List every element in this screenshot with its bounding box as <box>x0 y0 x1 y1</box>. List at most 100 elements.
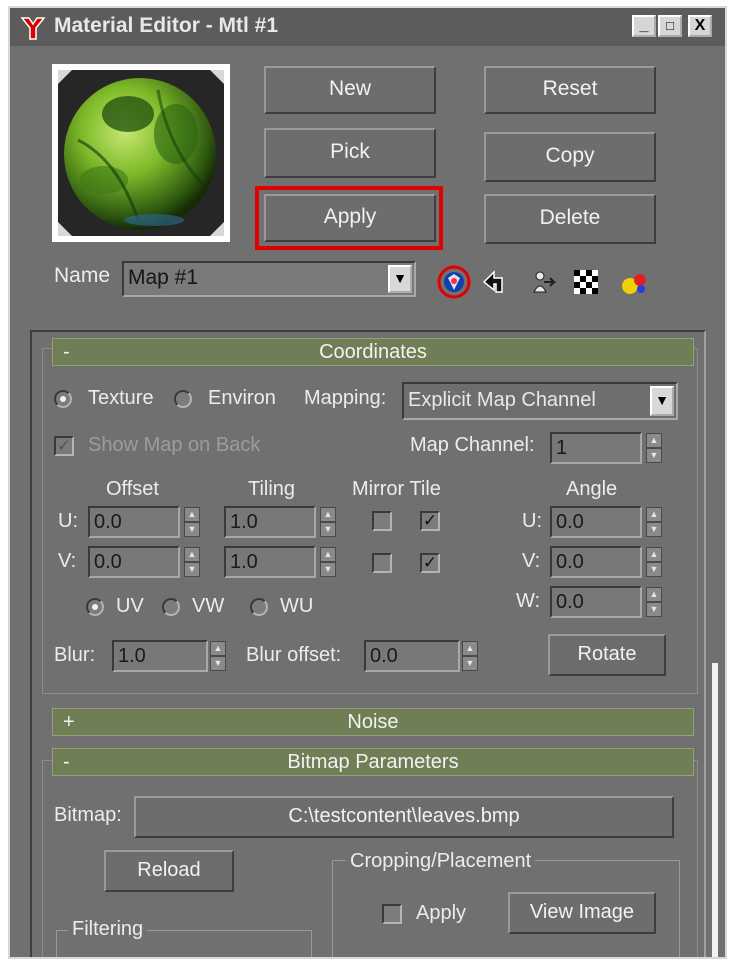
collapse-icon: - <box>63 751 70 773</box>
vw-label: VW <box>192 595 225 617</box>
apply-highlight <box>255 186 443 250</box>
reset-button[interactable]: Reset <box>484 66 656 114</box>
copy-button[interactable]: Copy <box>484 132 656 182</box>
angle-w-spinner[interactable]: ▲ ▼ <box>646 587 662 617</box>
vertical-scrollbar[interactable] <box>712 663 718 957</box>
get-material-icon[interactable] <box>620 268 648 296</box>
texture-radio[interactable] <box>54 390 72 408</box>
tile-v-checkbox[interactable]: ✓ <box>420 553 440 573</box>
close-button[interactable]: X <box>688 15 712 37</box>
leaf-sphere-icon <box>64 78 216 230</box>
corner-marker <box>58 70 72 84</box>
tiling-label: Tiling <box>248 478 296 500</box>
corner-marker <box>210 70 224 84</box>
maximize-button[interactable]: □ <box>658 15 682 37</box>
cropping-apply-label: Apply <box>416 902 467 924</box>
material-map-navigator-icon[interactable] <box>436 264 472 300</box>
maximize-icon: □ <box>666 18 674 33</box>
bitmap-path-button[interactable]: C:\testcontent\leaves.bmp <box>134 796 674 838</box>
close-icon: X <box>694 17 706 34</box>
mirror-tile-label: Mirror Tile <box>352 478 441 500</box>
new-button[interactable]: New <box>264 66 436 114</box>
tiling-v-field[interactable]: 1.0 <box>224 546 316 578</box>
angle-u-spinner[interactable]: ▲ ▼ <box>646 507 662 537</box>
offset-u-label: U: <box>58 510 78 532</box>
material-preview-slot[interactable] <box>52 64 230 242</box>
bitmap-parameters-rollout-header[interactable]: - Bitmap Parameters <box>52 748 694 776</box>
blur-field[interactable]: 1.0 <box>112 640 208 672</box>
angle-u-label: U: <box>522 510 542 532</box>
cropping-placement-label: Cropping/Placement <box>346 850 536 873</box>
tiling-u-field[interactable]: 1.0 <box>224 506 316 538</box>
angle-w-field[interactable]: 0.0 <box>550 586 642 618</box>
vw-radio[interactable] <box>162 598 180 616</box>
offset-label: Offset <box>106 478 159 500</box>
blur-offset-field[interactable]: 0.0 <box>364 640 460 672</box>
angle-v-field[interactable]: 0.0 <box>550 546 642 578</box>
uv-radio[interactable] <box>86 598 104 616</box>
blur-offset-spinner[interactable]: ▲ ▼ <box>462 641 478 671</box>
angle-v-spinner[interactable]: ▲ ▼ <box>646 547 662 577</box>
app-logo-icon <box>20 17 46 40</box>
mapping-label: Mapping: <box>304 387 387 409</box>
go-to-parent-icon[interactable] <box>480 268 508 296</box>
offset-v-spinner[interactable]: ▲ ▼ <box>184 547 200 577</box>
offset-u-field[interactable]: 0.0 <box>88 506 180 538</box>
show-map-on-back-checkbox[interactable]: ✓ <box>54 436 74 456</box>
coordinates-rollout-header[interactable]: - Coordinates <box>52 338 694 366</box>
mapping-dropdown[interactable]: Explicit Map Channel <box>402 382 678 420</box>
mirror-v-checkbox[interactable] <box>372 553 392 573</box>
offset-v-field[interactable]: 0.0 <box>88 546 180 578</box>
angle-label: Angle <box>566 478 618 500</box>
expand-icon: + <box>63 711 75 733</box>
rotate-button[interactable]: Rotate <box>548 634 666 676</box>
window-title: Material Editor - Mtl #1 <box>54 14 279 37</box>
sample-sphere <box>58 70 224 236</box>
offset-v-label: V: <box>58 550 77 572</box>
mirror-u-checkbox[interactable] <box>372 511 392 531</box>
angle-u-field[interactable]: 0.0 <box>550 506 642 538</box>
map-channel-spinner[interactable]: ▲ ▼ <box>646 433 662 463</box>
wu-label: WU <box>280 595 314 617</box>
environ-radio[interactable] <box>174 390 192 408</box>
bitmap-parameters-header-label: Bitmap Parameters <box>287 751 459 773</box>
wu-radio[interactable] <box>250 598 268 616</box>
delete-button[interactable]: Delete <box>484 194 656 244</box>
bitmap-label: Bitmap: <box>54 804 122 826</box>
uv-label: UV <box>116 595 144 617</box>
chevron-down-icon[interactable]: ▼ <box>388 265 412 293</box>
name-label: Name <box>54 264 111 287</box>
show-background-checker-icon[interactable] <box>572 268 600 296</box>
go-forward-to-sibling-icon[interactable] <box>530 268 558 296</box>
corner-marker <box>58 222 72 236</box>
minimize-icon: _ <box>639 17 649 34</box>
environ-label: Environ <box>208 387 276 409</box>
map-channel-label: Map Channel: <box>410 434 535 456</box>
tile-u-checkbox[interactable]: ✓ <box>420 511 440 531</box>
title-bar[interactable]: Material Editor - Mtl #1 _ □ X <box>10 8 725 46</box>
chevron-down-icon[interactable]: ▼ <box>650 386 674 416</box>
pick-button[interactable]: Pick <box>264 128 436 178</box>
name-field[interactable]: Map #1 <box>122 261 416 297</box>
blur-spinner[interactable]: ▲ ▼ <box>210 641 226 671</box>
map-channel-field[interactable]: 1 <box>550 432 642 464</box>
noise-rollout-header[interactable]: + Noise <box>52 708 694 736</box>
blur-label: Blur: <box>54 644 96 666</box>
view-image-button[interactable]: View Image <box>508 892 656 934</box>
tiling-v-spinner[interactable]: ▲ ▼ <box>320 547 336 577</box>
reload-button[interactable]: Reload <box>104 850 234 892</box>
blur-offset-label: Blur offset: <box>246 644 342 666</box>
minimize-button[interactable]: _ <box>632 15 656 37</box>
material-editor-window: Material Editor - Mtl #1 _ □ X New Reset… <box>8 6 727 959</box>
collapse-icon: - <box>63 341 70 363</box>
cropping-apply-checkbox[interactable] <box>382 904 402 924</box>
angle-v-label: V: <box>522 550 541 572</box>
corner-marker <box>210 222 224 236</box>
tiling-u-spinner[interactable]: ▲ ▼ <box>320 507 336 537</box>
offset-u-spinner[interactable]: ▲ ▼ <box>184 507 200 537</box>
coordinates-header-label: Coordinates <box>319 341 427 363</box>
noise-header-label: Noise <box>347 711 399 733</box>
filtering-label: Filtering <box>68 918 148 941</box>
texture-label: Texture <box>88 387 154 409</box>
show-map-on-back-label: Show Map on Back <box>88 434 261 456</box>
